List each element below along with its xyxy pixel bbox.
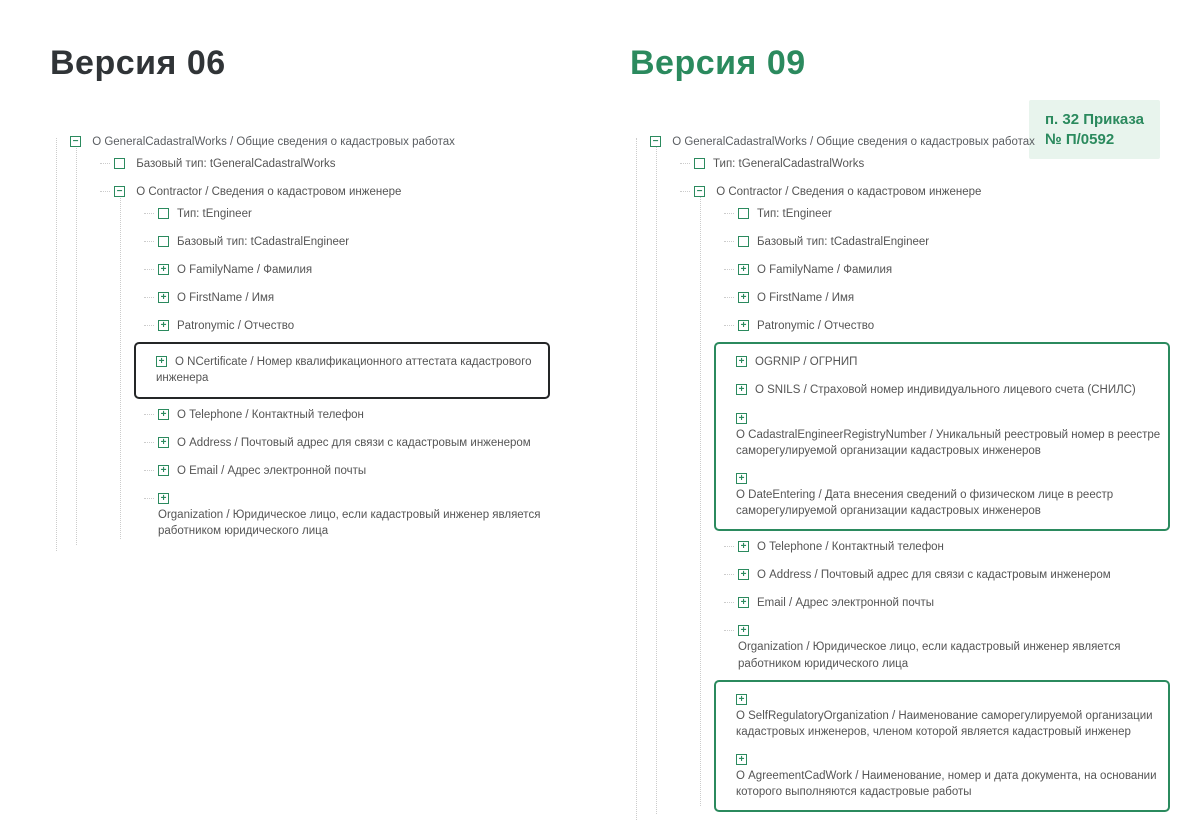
schema-tree-v06: − О GeneralCadastralWorks / Общие сведен… <box>50 128 550 558</box>
expand-icon[interactable]: + <box>158 320 169 331</box>
node-organization[interactable]: Organization / Юридическое лицо, если ка… <box>738 639 1168 671</box>
node-date-entering[interactable]: О DateEntering / Дата внесения сведений … <box>736 487 1162 519</box>
node-ogrnip[interactable]: OGRNIP / ОГРНИП <box>755 356 857 368</box>
node-self-regulatory-org[interactable]: О SelfRegulatoryOrganization / Наименова… <box>736 708 1162 740</box>
node-type-engineer[interactable]: Тип: tEngineer <box>757 208 832 220</box>
node-agreement-cad-work[interactable]: О AgreementCadWork / Наименование, номер… <box>736 768 1162 800</box>
expand-icon[interactable]: + <box>738 541 749 552</box>
expand-icon[interactable]: + <box>738 292 749 303</box>
node-contractor[interactable]: О Contractor / Сведения о кадастровом ин… <box>136 186 401 198</box>
expand-icon[interactable]: + <box>736 413 747 424</box>
node-patronymic[interactable]: Patronymic / Отчество <box>177 320 294 332</box>
leaf-icon[interactable] <box>738 208 749 219</box>
node-type-general[interactable]: Тип: tGeneralCadastralWorks <box>713 158 864 170</box>
node-general[interactable]: О GeneralCadastralWorks / Общие сведения… <box>92 136 455 148</box>
expand-icon[interactable]: + <box>158 409 169 420</box>
collapse-icon[interactable]: − <box>694 186 705 197</box>
node-firstname[interactable]: О FirstName / Имя <box>177 292 274 304</box>
node-base-cadastral-engineer[interactable]: Базовый тип: tCadastralEngineer <box>757 236 929 248</box>
expand-icon[interactable]: + <box>158 292 169 303</box>
node-type-engineer[interactable]: Тип: tEngineer <box>177 208 252 220</box>
highlight-removed: +О NCertificate / Номер квалификационног… <box>134 342 550 398</box>
schema-tree-v09: − О GeneralCadastralWorks / Общие сведен… <box>630 128 1170 826</box>
leaf-icon[interactable] <box>114 158 125 169</box>
node-general[interactable]: О GeneralCadastralWorks / Общие сведения… <box>672 136 1035 148</box>
node-organization[interactable]: Organization / Юридическое лицо, если ка… <box>158 507 550 539</box>
node-telephone[interactable]: О Telephone / Контактный телефон <box>177 409 364 421</box>
node-contractor[interactable]: О Contractor / Сведения о кадастровом ин… <box>716 186 981 198</box>
badge-line1: п. 32 Приказа <box>1045 110 1144 130</box>
leaf-icon[interactable] <box>694 158 705 169</box>
collapse-icon[interactable]: − <box>70 136 81 147</box>
expand-icon[interactable]: + <box>158 264 169 275</box>
node-email[interactable]: Email / Адрес электронной почты <box>757 597 934 609</box>
node-base-cadastral-engineer[interactable]: Базовый тип: tCadastralEngineer <box>177 236 349 248</box>
node-address[interactable]: О Address / Почтовый адрес для связи с к… <box>757 569 1111 581</box>
node-registry-number[interactable]: О CadastralEngineerRegistryNumber / Уник… <box>736 427 1162 459</box>
highlight-added-1: + OGRNIP / ОГРНИП + О SNILS / Страховой но… <box>714 342 1170 531</box>
expand-icon[interactable]: + <box>158 493 169 504</box>
heading-version-06: Версия 06 <box>50 40 550 88</box>
expand-icon[interactable]: + <box>156 356 167 367</box>
node-firstname[interactable]: О FirstName / Имя <box>757 292 854 304</box>
collapse-icon[interactable]: − <box>650 136 661 147</box>
node-familyname[interactable]: О FamilyName / Фамилия <box>177 264 312 276</box>
expand-icon[interactable]: + <box>738 569 749 580</box>
node-ncertificate[interactable]: О NCertificate / Номер квалификационного… <box>156 356 532 384</box>
expand-icon[interactable]: + <box>736 754 747 765</box>
expand-icon[interactable]: + <box>158 437 169 448</box>
node-familyname[interactable]: О FamilyName / Фамилия <box>757 264 892 276</box>
node-telephone[interactable]: О Telephone / Контактный телефон <box>757 541 944 553</box>
leaf-icon[interactable] <box>158 236 169 247</box>
node-patronymic[interactable]: Patronymic / Отчество <box>757 320 874 332</box>
collapse-icon[interactable]: − <box>114 186 125 197</box>
leaf-icon[interactable] <box>158 208 169 219</box>
expand-icon[interactable]: + <box>158 465 169 476</box>
expand-icon[interactable]: + <box>736 473 747 484</box>
expand-icon[interactable]: + <box>736 694 747 705</box>
expand-icon[interactable]: + <box>738 597 749 608</box>
expand-icon[interactable]: + <box>736 356 747 367</box>
node-snils[interactable]: О SNILS / Страховой номер индивидуальног… <box>755 384 1136 396</box>
node-email[interactable]: О Email / Адрес электронной почты <box>177 465 366 477</box>
node-base-type[interactable]: Базовый тип: tGeneralCadastralWorks <box>136 158 335 170</box>
node-address[interactable]: О Address / Почтовый адрес для связи с к… <box>177 437 531 449</box>
heading-version-09: Версия 09 <box>630 40 1170 88</box>
expand-icon[interactable]: + <box>736 384 747 395</box>
expand-icon[interactable]: + <box>738 264 749 275</box>
leaf-icon[interactable] <box>738 236 749 247</box>
expand-icon[interactable]: + <box>738 320 749 331</box>
highlight-added-2: + О SelfRegulatoryOrganization / Наименов… <box>714 680 1170 813</box>
expand-icon[interactable]: + <box>738 625 749 636</box>
